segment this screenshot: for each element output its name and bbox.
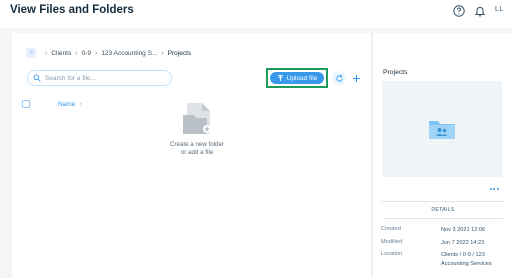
help-icon[interactable] xyxy=(452,4,466,18)
detail-value: Jun 7 2022 14:23 xyxy=(441,239,485,246)
refresh-button[interactable] xyxy=(332,71,346,85)
top-bar: View Files and Folders LL xyxy=(0,0,512,28)
page-title: View Files and Folders xyxy=(10,4,134,16)
upload-button-highlight: Upload file xyxy=(266,68,328,88)
details-divider xyxy=(383,218,503,219)
add-button[interactable] xyxy=(349,71,363,85)
breadcrumb-separator-icon: › xyxy=(75,49,78,57)
list-header: Name ↑ xyxy=(22,98,83,110)
home-icon[interactable]: ⌂ xyxy=(26,48,36,58)
breadcrumb-separator-icon: › xyxy=(161,49,164,57)
avatar[interactable]: LL xyxy=(495,6,504,13)
detail-label: Location xyxy=(381,251,403,257)
upload-file-label: Upload file xyxy=(286,74,318,82)
search-box[interactable] xyxy=(27,70,172,86)
breadcrumb-item-clients[interactable]: Clients xyxy=(51,50,71,57)
empty-file-icon xyxy=(183,103,211,134)
details-header: DETAILS xyxy=(431,207,455,213)
search-icon xyxy=(33,74,41,82)
search-input[interactable] xyxy=(45,74,165,82)
detail-row-modified: Modified Jun 7 2022 14:23 xyxy=(381,239,505,248)
refresh-icon xyxy=(335,74,343,82)
more-dot xyxy=(489,188,492,190)
select-all-checkbox[interactable] xyxy=(22,100,30,108)
more-dot xyxy=(496,188,499,190)
detail-label: Created xyxy=(381,226,401,232)
side-panel-title: Projects xyxy=(383,69,408,76)
detail-value: Nov 3 2021 12:06 xyxy=(441,227,486,233)
details-side-panel: Projects DETAILS Created Nov 3 2021 12:0… xyxy=(373,33,512,278)
upload-file-button[interactable]: Upload file xyxy=(270,72,324,84)
detail-row-created: Created Nov 3 2021 12:06 xyxy=(381,226,505,235)
upload-icon xyxy=(277,74,283,81)
detail-row-location: Location Clients / 0-9 / 123 Accounting … xyxy=(381,251,505,268)
breadcrumb-item-client[interactable]: 123 Accounting S... xyxy=(101,50,157,57)
empty-state-line-2: or add a file xyxy=(180,149,214,156)
sort-ascending-icon[interactable]: ↑ xyxy=(79,101,82,108)
detail-label: Modified xyxy=(381,238,403,245)
details-section: DETAILS Created Nov 3 2021 12:06 Modifie… xyxy=(381,201,505,278)
shared-folder-icon xyxy=(429,121,455,139)
folder-preview xyxy=(382,81,502,177)
empty-state-line-1: Create a new folder xyxy=(170,141,224,148)
detail-value: Clients / 0-9 / 123 Accounting Services xyxy=(441,252,492,267)
breadcrumb-item-current: Projects xyxy=(167,49,192,57)
file-browser-panel: ⌂ › Clients › 0-9 › 123 Accounting S... … xyxy=(12,33,372,278)
breadcrumb-separator-icon: › xyxy=(45,49,48,57)
breadcrumb-separator-icon: › xyxy=(94,49,98,57)
breadcrumb: ⌂ › Clients › 0-9 › 123 Accounting S... … xyxy=(26,47,191,59)
plus-icon xyxy=(352,74,360,82)
more-dot xyxy=(493,188,495,190)
more-options-button[interactable] xyxy=(488,185,500,193)
name-column-header[interactable]: Name xyxy=(58,101,75,108)
bell-icon[interactable] xyxy=(473,4,487,18)
breadcrumb-item-0-9[interactable]: 0-9 xyxy=(82,50,91,57)
empty-state: Create a new folder or add a file xyxy=(162,101,232,157)
